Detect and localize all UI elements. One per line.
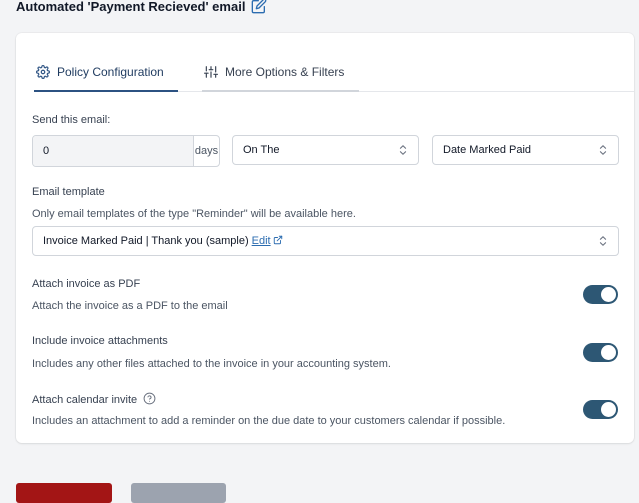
days-input-group: 0 days [32,135,220,167]
email-template-help: Only email templates of the type "Remind… [32,208,356,220]
gear-icon [36,64,50,79]
invoice-attachments-toggle[interactable] [583,343,618,362]
chevron-up-down-icon [599,236,607,246]
toggle-desc-attach-pdf: Attach the invoice as a PDF to the email [32,300,228,312]
email-template-value: Invoice Marked Paid | Thank you (sample) [43,235,249,247]
send-email-label: Send this email: [32,114,111,126]
sliders-icon [204,65,218,78]
calendar-invite-label-text: Attach calendar invite [32,394,138,406]
page-title: Automated 'Payment Recieved' email [16,0,267,14]
policy-card: Policy Configuration More Options & Filt… [16,33,634,443]
primary-action-button[interactable] [16,483,112,503]
chevron-up-down-icon [399,145,407,155]
email-template-label: Email template [32,186,105,198]
page-title-text: Automated 'Payment Recieved' email [16,0,246,14]
toggle-knob [601,402,616,417]
tab-bar: Policy Configuration More Options & Filt… [34,53,634,92]
chevron-up-down-icon [599,145,607,155]
toggle-label-calendar-invite: Attach calendar invite [32,392,156,406]
secondary-action-button[interactable] [131,483,226,503]
tab-policy-configuration[interactable]: Policy Configuration [34,53,178,92]
event-select[interactable]: Date Marked Paid [432,135,619,165]
days-input[interactable]: 0 [33,136,194,166]
toggle-desc-invoice-attachments: Includes any other files attached to the… [32,358,391,370]
toggle-knob [601,345,616,360]
edit-template-link[interactable]: Edit [252,235,271,247]
days-unit-label: days [194,145,219,157]
question-circle-icon[interactable] [143,392,156,405]
pencil-square-icon[interactable] [251,0,267,14]
tab-more-options-label: More Options & Filters [225,64,345,79]
email-template-value-wrap: Invoice Marked Paid | Thank you (sample)… [43,235,283,247]
timing-select-value: On The [243,144,280,156]
toggle-label-attach-pdf: Attach invoice as PDF [32,278,141,290]
attach-pdf-toggle[interactable] [583,285,618,304]
tab-more-options-filters[interactable]: More Options & Filters [202,53,359,92]
timing-select[interactable]: On The [232,135,419,165]
toggle-label-invoice-attachments: Include invoice attachments [32,335,168,347]
calendar-invite-toggle[interactable] [583,400,618,419]
external-link-icon[interactable] [273,235,283,245]
email-template-select[interactable]: Invoice Marked Paid | Thank you (sample)… [32,226,619,256]
event-select-value: Date Marked Paid [443,144,532,156]
toggle-knob [601,287,616,302]
tab-policy-configuration-label: Policy Configuration [57,64,164,79]
toggle-desc-calendar-invite: Includes an attachment to add a reminder… [32,415,506,427]
